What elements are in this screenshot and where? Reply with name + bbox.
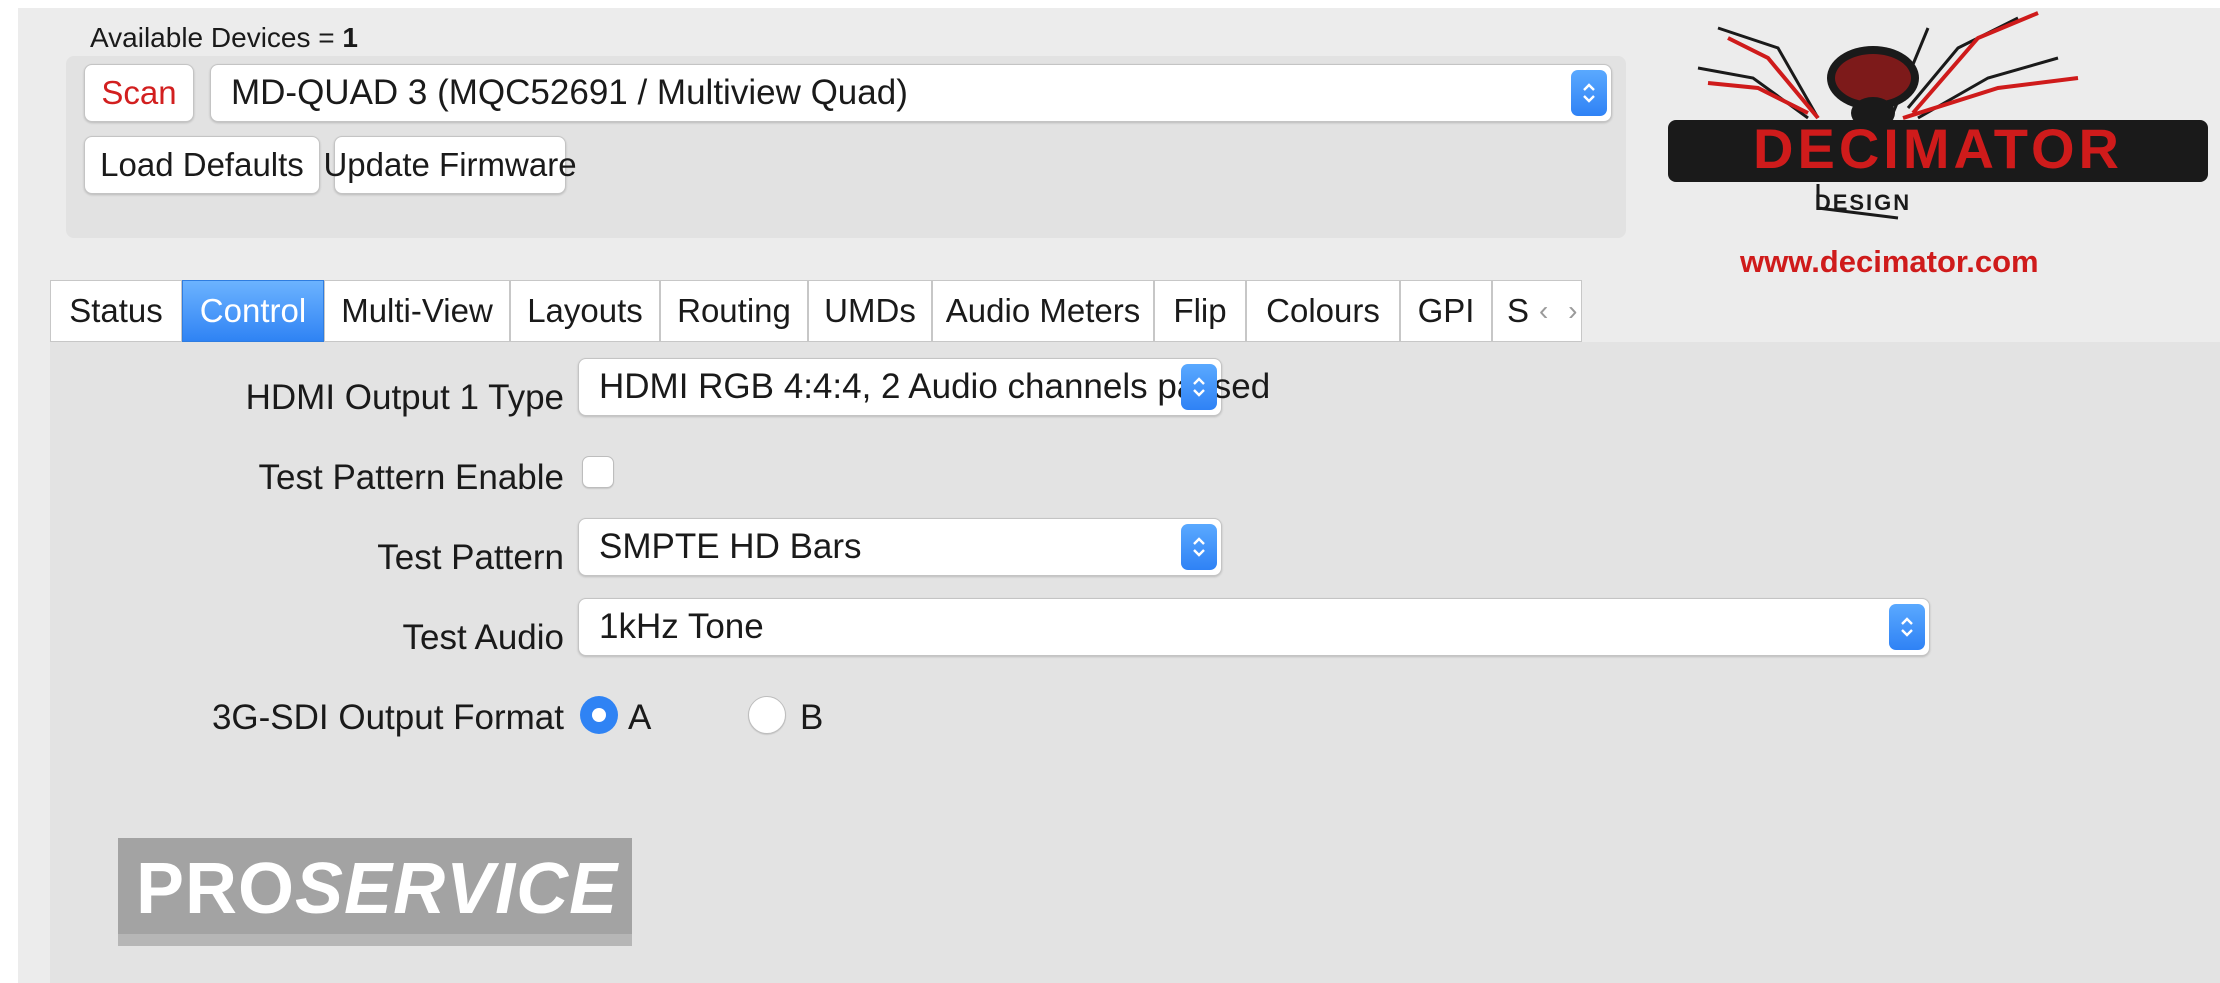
test-pattern-enable-checkbox[interactable]	[582, 456, 614, 488]
tab-scroll-arrows-icon[interactable]: ‹ ›	[1539, 295, 1581, 327]
test-audio-label: Test Audio	[402, 618, 565, 657]
sdi-format-option-b: B	[800, 698, 824, 737]
available-devices-label: Available Devices = 1	[90, 22, 358, 53]
tab-umds[interactable]: UMDs	[808, 280, 932, 342]
available-devices-count: 1	[342, 22, 358, 53]
tab-overflow-label: S	[1507, 292, 1530, 329]
hdmi-output-select[interactable]: HDMI RGB 4:4:4, 2 Audio channels passed	[578, 358, 1270, 416]
tab-gpi[interactable]: GPI	[1400, 280, 1492, 342]
watermark-band	[118, 934, 632, 946]
decimator-logo: DECIMATOR DESIGN	[1658, 8, 2218, 278]
sdi-format-radio-b[interactable]	[748, 696, 786, 734]
scan-button[interactable]: Scan	[84, 64, 194, 122]
device-select-value: MD-QUAD 3 (MQC52691 / Multiview Quad)	[231, 73, 908, 112]
app-window: Available Devices = 1 Scan MD-QUAD 3 (MQ…	[18, 8, 2220, 983]
update-firmware-button[interactable]: Update Firmware	[323, 136, 577, 194]
tab-audio-meters[interactable]: Audio Meters	[932, 280, 1154, 342]
chevron-updown-icon	[1889, 604, 1925, 650]
sdi-format-option-a: A	[628, 698, 652, 737]
hdmi-output-label: HDMI Output 1 Type	[245, 378, 564, 417]
tab-flip[interactable]: Flip	[1154, 280, 1246, 342]
proservice-watermark: PROSERVICE	[118, 838, 632, 946]
tab-routing[interactable]: Routing	[660, 280, 808, 342]
logo-sub: DESIGN	[1815, 190, 1911, 215]
website-link[interactable]: www.decimator.com	[1740, 244, 2039, 280]
sdi-format-radio-a[interactable]	[580, 696, 618, 734]
test-audio-value: 1kHz Tone	[599, 607, 764, 646]
device-select[interactable]: MD-QUAD 3 (MQC52691 / Multiview Quad)	[210, 64, 1612, 122]
chevron-updown-icon	[1571, 70, 1607, 116]
hdmi-output-value: HDMI RGB 4:4:4, 2 Audio channels passed	[599, 367, 1271, 406]
test-pattern-value: SMPTE HD Bars	[599, 527, 862, 566]
tab-layouts[interactable]: Layouts	[510, 280, 660, 342]
logo-word: DECIMATOR	[1753, 117, 2123, 180]
test-pattern-enable-label: Test Pattern Enable	[258, 458, 564, 497]
sdi-format-label: 3G-SDI Output Format	[211, 698, 564, 737]
tab-overflow[interactable]: S ‹ ›	[1492, 280, 1582, 342]
test-audio-select[interactable]: 1kHz Tone	[578, 598, 1930, 656]
tab-bar: Status Control Multi-View Layouts Routin…	[50, 280, 2220, 342]
tab-status[interactable]: Status	[50, 280, 182, 342]
chevron-updown-icon	[1181, 364, 1217, 410]
tab-colours[interactable]: Colours	[1246, 280, 1400, 342]
proservice-logo-text: PROSERVICE	[136, 849, 619, 929]
test-pattern-select[interactable]: SMPTE HD Bars	[578, 518, 1222, 576]
test-pattern-label: Test Pattern	[377, 538, 564, 577]
tab-control[interactable]: Control	[182, 280, 324, 342]
chevron-updown-icon	[1181, 524, 1217, 570]
load-defaults-button[interactable]: Load Defaults	[84, 136, 320, 194]
tab-multi-view[interactable]: Multi-View	[324, 280, 510, 342]
